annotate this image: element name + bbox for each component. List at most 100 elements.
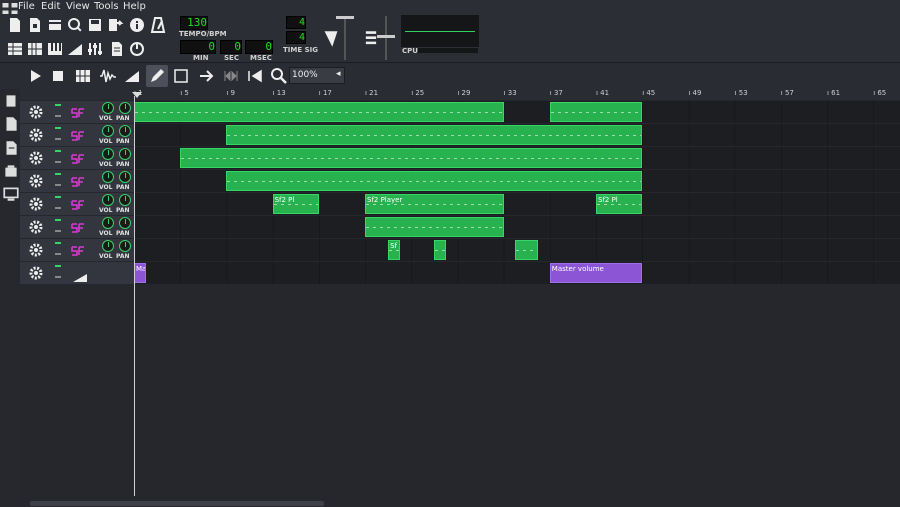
instrument-pattern[interactable]	[180, 148, 643, 168]
recent-projects-icon[interactable]	[66, 16, 84, 34]
timeline-ruler[interactable]: ı 1ı 5ı 9ı 13 ı 17 ı 21 ı 25 ı 29 ı 33 ı 37 ı 4…	[20, 88, 900, 100]
track-header[interactable]: VOL PAN	[20, 147, 134, 170]
export-project-icon[interactable]	[106, 16, 124, 34]
instrument-pattern[interactable]	[226, 171, 643, 191]
instrument-pattern[interactable]	[226, 125, 643, 145]
track-settings-gear-icon[interactable]	[28, 173, 44, 189]
solo-led[interactable]	[55, 184, 61, 186]
project-notes-icon[interactable]	[108, 40, 126, 58]
instrument-pattern[interactable]	[365, 217, 504, 237]
add-beat-track-icon[interactable]	[74, 67, 92, 85]
app-menu-icon[interactable]	[1, 0, 18, 15]
track-settings-gear-icon[interactable]	[28, 265, 44, 281]
volume-knob[interactable]	[102, 125, 114, 137]
new-from-template-icon[interactable]	[26, 16, 44, 34]
save-project-icon[interactable]	[86, 16, 104, 34]
timesig-numerator[interactable]: 4	[286, 16, 306, 29]
instrument-pattern[interactable]	[549, 102, 643, 122]
mute-led[interactable]	[55, 242, 61, 244]
solo-led[interactable]	[55, 230, 61, 232]
track-header[interactable]: VOL PAN	[20, 239, 134, 262]
volume-knob[interactable]	[102, 102, 114, 114]
track-header[interactable]: VOL PAN	[20, 124, 134, 147]
track-lane[interactable]	[134, 216, 900, 238]
automation-pattern[interactable]: Ma	[134, 263, 146, 283]
volume-knob[interactable]	[102, 194, 114, 206]
sf2-instrument-icon[interactable]	[70, 220, 86, 234]
mute-led[interactable]	[55, 104, 61, 106]
info-icon[interactable]	[128, 16, 146, 34]
mute-led[interactable]	[55, 196, 61, 198]
timesig-denominator[interactable]: 4	[286, 31, 306, 44]
menu-help[interactable]: Help	[123, 0, 146, 14]
track-header[interactable]: VOL PAN	[20, 216, 134, 239]
song-editor-icon[interactable]	[6, 40, 24, 58]
track-header[interactable]	[20, 262, 134, 285]
sf2-instrument-icon[interactable]	[70, 151, 86, 165]
track-lane[interactable]	[134, 170, 900, 192]
instrument-pattern[interactable]: Sf2 Pl	[272, 194, 319, 214]
instrument-pattern[interactable]: Sf2 Pl	[596, 194, 643, 214]
computer-icon[interactable]	[2, 185, 19, 201]
pan-knob[interactable]	[119, 194, 131, 206]
my-home-icon[interactable]	[2, 162, 18, 178]
sf2-instrument-icon[interactable]	[70, 197, 86, 211]
instrument-pattern[interactable]	[515, 240, 539, 260]
solo-led[interactable]	[55, 115, 61, 117]
new-project-icon[interactable]	[6, 16, 24, 34]
track-settings-gear-icon[interactable]	[28, 196, 44, 212]
pan-knob[interactable]	[119, 171, 131, 183]
track-settings-gear-icon[interactable]	[28, 219, 44, 235]
pan-knob[interactable]	[119, 217, 131, 229]
my-projects-icon[interactable]	[2, 92, 18, 108]
track-lane[interactable]: Sf	[134, 239, 900, 261]
solo-led[interactable]	[55, 207, 61, 209]
volume-knob[interactable]	[102, 148, 114, 160]
oscilloscope[interactable]	[401, 15, 479, 47]
pan-knob[interactable]	[119, 102, 131, 114]
mute-led[interactable]	[55, 265, 61, 267]
menu-tools[interactable]: Tools	[94, 0, 119, 14]
my-presets-icon[interactable]	[2, 139, 18, 155]
sf2-instrument-icon[interactable]	[70, 105, 86, 119]
track-settings-gear-icon[interactable]	[28, 242, 44, 258]
pan-knob[interactable]	[119, 240, 131, 252]
automation-editor-icon[interactable]	[66, 40, 84, 58]
menu-file[interactable]: File	[18, 0, 35, 14]
solo-led[interactable]	[55, 138, 61, 140]
sf2-instrument-icon[interactable]	[70, 174, 86, 188]
stop-behaviour-icon[interactable]	[246, 67, 264, 85]
menu-view[interactable]: View	[66, 0, 90, 14]
metronome-icon[interactable]	[149, 16, 167, 34]
my-samples-icon[interactable]	[2, 115, 18, 131]
horizontal-scrollbar[interactable]	[30, 501, 324, 506]
track-lane[interactable]	[134, 101, 900, 123]
track-lane[interactable]	[134, 124, 900, 146]
piano-roll-icon[interactable]	[46, 40, 64, 58]
track-header[interactable]: VOL PAN	[20, 193, 134, 216]
track-settings-gear-icon[interactable]	[28, 127, 44, 143]
edit-mode-icon[interactable]	[172, 67, 190, 85]
play-icon[interactable]	[26, 67, 44, 85]
mixer-icon[interactable]	[86, 40, 104, 58]
solo-led[interactable]	[55, 276, 61, 278]
mute-led[interactable]	[55, 173, 61, 175]
track-lane[interactable]	[134, 147, 900, 169]
instrument-pattern[interactable]: Sf	[388, 240, 400, 260]
controller-rack-icon[interactable]	[128, 40, 146, 58]
automation-pattern[interactable]: Master volume	[549, 263, 643, 283]
volume-knob[interactable]	[102, 240, 114, 252]
track-lane[interactable]: Ma Master volume	[134, 262, 900, 284]
master-pitch-slider[interactable]	[377, 16, 395, 60]
beat-editor-icon[interactable]	[26, 40, 44, 58]
solo-led[interactable]	[55, 253, 61, 255]
volume-knob[interactable]	[102, 171, 114, 183]
solo-led[interactable]	[55, 161, 61, 163]
instrument-pattern[interactable]	[134, 102, 504, 122]
mute-led[interactable]	[55, 150, 61, 152]
track-header[interactable]: VOL PAN	[20, 101, 134, 124]
instrument-pattern[interactable]: Sf2 Player	[365, 194, 504, 214]
loop-points-icon[interactable]	[222, 67, 240, 85]
sf2-instrument-icon[interactable]	[70, 128, 86, 142]
mute-led[interactable]	[55, 127, 61, 129]
